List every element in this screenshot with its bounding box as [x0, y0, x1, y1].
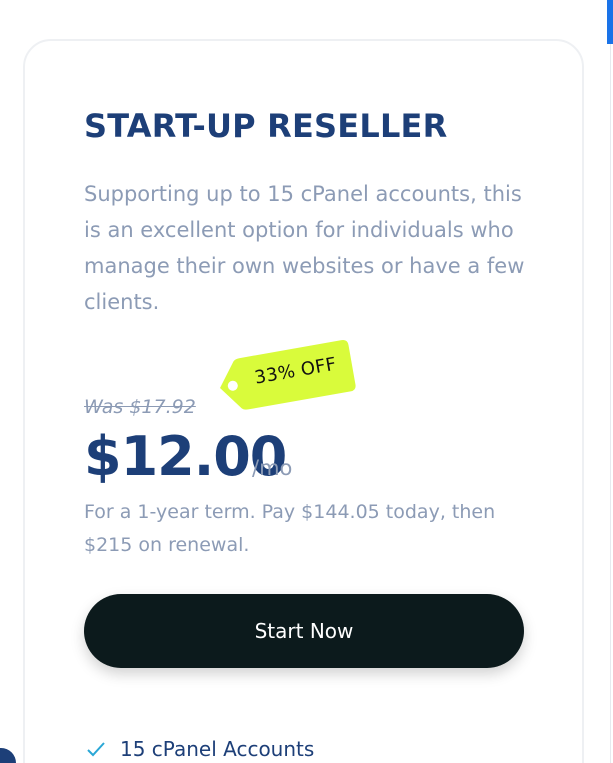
plan-description: Supporting up to 15 cPanel accounts, thi…: [84, 182, 525, 314]
original-price: Was $17.92: [84, 396, 196, 418]
feature-item: 15 cPanel Accounts: [86, 734, 314, 763]
start-now-button[interactable]: Start Now: [84, 594, 524, 668]
plan-title: START-UP RESELLER: [84, 107, 448, 145]
feature-label: 15 cPanel Accounts: [120, 737, 315, 761]
chat-widget-button[interactable]: [0, 748, 16, 763]
price-unit: /mo: [252, 456, 293, 480]
term-note: For a 1-year term. Pay $144.05 today, th…: [84, 501, 496, 556]
scrollbar-thumb[interactable]: [607, 0, 613, 44]
check-icon: [87, 742, 105, 757]
card-edge-divider: [610, 44, 611, 763]
page: START-UP RESELLER Supporting up to 15 cP…: [0, 0, 613, 763]
